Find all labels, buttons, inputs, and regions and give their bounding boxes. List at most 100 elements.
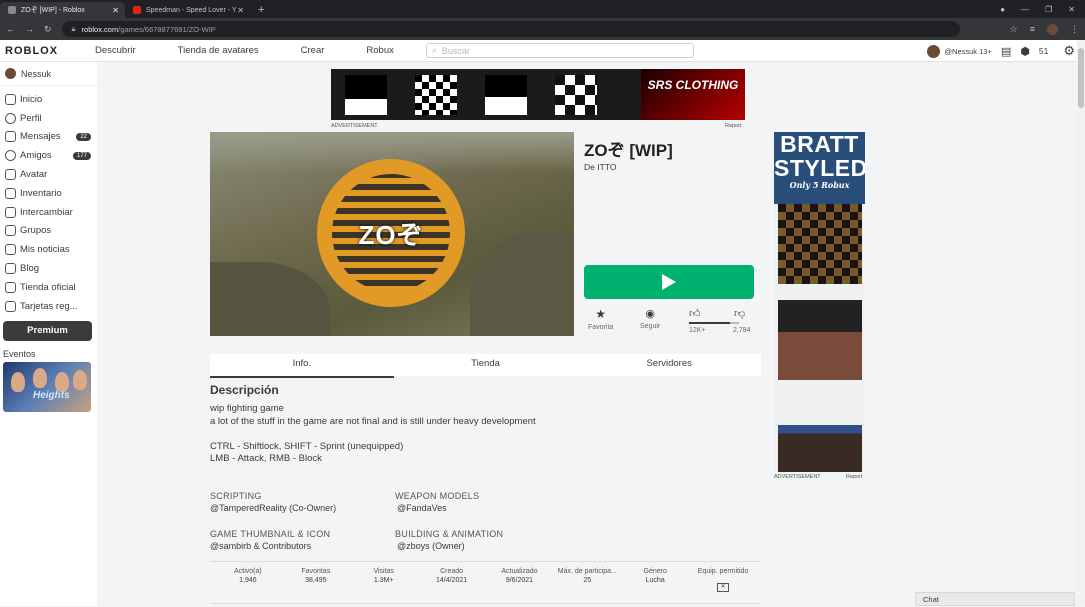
avatar-icon	[5, 169, 16, 181]
scrollbar-track[interactable]	[1077, 40, 1085, 606]
header-username[interactable]: @Nessuk 13+	[944, 47, 991, 56]
ad-report-link[interactable]: Report	[725, 123, 742, 129]
chat-bar[interactable]: Chat	[915, 592, 1075, 606]
thumbnail-title: ZOぞ	[358, 219, 424, 250]
stat-value: Lucha	[645, 577, 665, 584]
event-banner[interactable]: Heights	[3, 361, 91, 412]
forward-icon[interactable]: →	[25, 24, 34, 34]
blog-icon	[5, 263, 16, 275]
sidebar-item-home[interactable]: Inicio	[0, 90, 97, 109]
sidebar-user[interactable]: Nessuk	[0, 62, 97, 86]
sidebar-username: Nessuk	[21, 68, 52, 79]
sidebar-item-label: Amigos	[20, 150, 52, 162]
robux-icon[interactable]: ⬢	[1020, 45, 1030, 58]
url-field[interactable]: 🔒︎ roblox.com/games/6678877691/ZO-WIP	[61, 21, 960, 37]
settings-gear-icon[interactable]: ⚙	[1063, 43, 1075, 59]
sidebar-item-blog[interactable]: Blog	[0, 259, 97, 278]
nav-discover[interactable]: Descubrir	[95, 45, 136, 56]
top-advertisement[interactable]: SRS CLOTHING	[331, 69, 745, 120]
messages-count-badge: 22	[76, 132, 91, 141]
home-icon	[5, 93, 16, 105]
credit-title: BUILDING & ANIMATION	[395, 529, 504, 539]
browser-tab-youtube[interactable]: Speedman - Speed Lover - Y ✕	[125, 2, 250, 18]
bookmark-star-icon[interactable]: ☆	[1010, 24, 1018, 35]
game-creator[interactable]: De ITTO	[584, 162, 616, 172]
browser-tab-roblox[interactable]: ZOぞ [WIP] - Roblox ✕	[0, 2, 125, 18]
nav-avatar-shop[interactable]: Tienda de avatares	[178, 45, 259, 56]
sidebar-item-groups[interactable]: Grupos	[0, 222, 97, 241]
notifications-icon[interactable]: ▤	[1001, 45, 1011, 58]
favorite-button[interactable]: ★ Favorita	[588, 307, 613, 331]
play-button[interactable]	[584, 265, 754, 299]
tab-servers[interactable]: Servidores	[577, 354, 761, 376]
minimize-icon[interactable]: —	[1021, 5, 1029, 14]
thumbs-down-icon: 👎︎	[734, 308, 746, 320]
new-tab-icon[interactable]: +	[258, 4, 264, 16]
stat-value: 1.3M+	[373, 577, 394, 584]
stat-value: 1,946	[239, 577, 257, 584]
nav-robux[interactable]: Robux	[366, 45, 393, 56]
store-icon	[5, 281, 16, 293]
roblox-logo[interactable]: ROBLOX	[5, 45, 95, 57]
upvote-button[interactable]: 👍︎	[689, 307, 701, 320]
event-character	[11, 371, 25, 392]
tab-info[interactable]: Info.	[210, 354, 394, 378]
ad-report-link[interactable]: Report	[846, 474, 863, 480]
side-advertisement[interactable]: BRATT STYLED Only 5 Robux	[774, 132, 865, 472]
restore-icon[interactable]: ❐	[1045, 5, 1052, 14]
stat-max-players: Máx. de participa... 25	[553, 562, 621, 603]
profile-icon[interactable]: ●	[1000, 5, 1005, 14]
robux-balance[interactable]: 51	[1039, 46, 1048, 56]
sidebar-item-avatar[interactable]: Avatar	[0, 165, 97, 184]
stat-value: 38,495	[305, 577, 327, 584]
messages-icon	[5, 131, 16, 143]
inventory-icon	[5, 187, 16, 199]
sidebar-item-store[interactable]: Tienda oficial	[0, 278, 97, 297]
user-avatar[interactable]	[927, 44, 941, 58]
sidebar-item-profile[interactable]: Perfil	[0, 109, 97, 128]
media-queue-icon[interactable]: ≡	[1030, 24, 1035, 34]
close-window-icon[interactable]: ✕	[1068, 5, 1075, 14]
follow-button[interactable]: ◉ Seguir	[640, 307, 660, 330]
trade-icon	[5, 206, 16, 218]
favorite-label: Favorita	[588, 324, 614, 331]
stat-created: Creado 14/4/2021	[418, 562, 486, 603]
sidebar-item-feed[interactable]: Mis noticias	[0, 240, 97, 259]
tab-store[interactable]: Tienda	[394, 354, 578, 376]
sidebar-item-giftcards[interactable]: Tarjetas reg...	[0, 297, 97, 316]
stat-label: Equip. permitido	[697, 568, 749, 575]
stat-label: Actualizado	[501, 568, 538, 575]
close-tab-icon[interactable]: ✕	[237, 6, 244, 15]
game-stats: Activo(a) 1,946 Favoritas 38,495 Visitas 1.…	[210, 561, 761, 604]
sidebar-item-friends[interactable]: Amigos 177	[0, 146, 97, 165]
back-icon[interactable]: ←	[6, 24, 15, 34]
stat-label: Máx. de participa...	[557, 568, 617, 575]
reload-icon[interactable]: ↻	[44, 24, 52, 35]
menu-dots-icon[interactable]: ⋮	[1070, 24, 1079, 35]
sidebar-item-inventory[interactable]: Inventario	[0, 184, 97, 203]
sidebar-item-label: Tarjetas reg...	[20, 300, 78, 312]
sidebar-item-label: Avatar	[20, 169, 48, 181]
sidebar-item-label: Perfil	[20, 112, 42, 124]
sidebar-item-trade[interactable]: Intercambiar	[0, 203, 97, 222]
browser-tab-strip: ZOぞ [WIP] - Roblox ✕ Speedman - Speed Lo…	[0, 0, 1085, 18]
search-input[interactable]: ⌕ Buscar	[425, 43, 694, 58]
credit-title: SCRIPTING	[210, 491, 262, 501]
upvote-count: 12K+	[689, 327, 706, 334]
play-icon	[662, 274, 676, 290]
bratt-ad-header: BRATT STYLED Only 5 Robux	[774, 132, 865, 204]
close-tab-icon[interactable]: ✕	[112, 6, 119, 15]
premium-button[interactable]: Premium	[3, 320, 92, 341]
giftcard-icon	[5, 300, 16, 312]
downvote-button[interactable]: 👎︎	[734, 307, 745, 320]
nav-create[interactable]: Crear	[301, 45, 325, 56]
feed-icon	[5, 244, 16, 256]
account-avatar-icon[interactable]	[1047, 23, 1058, 35]
game-thumbnail[interactable]: ZOぞ	[210, 132, 574, 336]
scrollbar-thumb[interactable]	[1078, 48, 1084, 108]
ad-brand-text: SRS CLOTHING	[647, 78, 739, 92]
rss-icon: ◉	[645, 308, 655, 320]
sidebar-item-messages[interactable]: Mensajes 22	[0, 128, 97, 147]
ad-outfit-item	[778, 300, 862, 380]
star-icon: ★	[595, 307, 607, 321]
